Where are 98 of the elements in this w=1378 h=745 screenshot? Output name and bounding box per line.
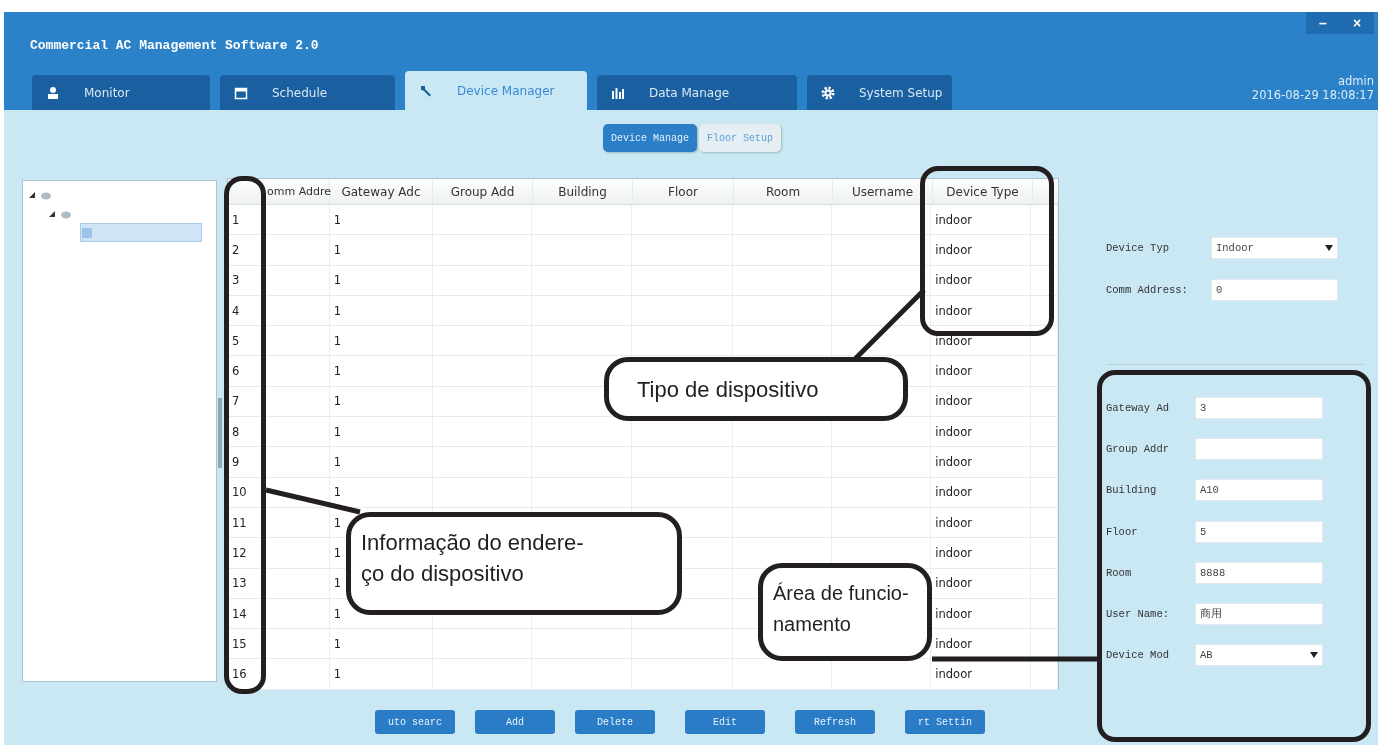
- table-cell: 1: [228, 205, 330, 235]
- tree-item[interactable]: [80, 223, 202, 242]
- table-cell: 3: [228, 265, 330, 295]
- table-cell: 1: [329, 659, 433, 689]
- table-cell: 9: [228, 447, 330, 477]
- table-cell: 1: [329, 265, 433, 295]
- tab[interactable]: Monitor: [32, 75, 210, 110]
- action-button[interactable]: Delete: [575, 710, 655, 734]
- table-cell: indoor: [931, 477, 1032, 507]
- input-field[interactable]: 商用: [1195, 602, 1323, 625]
- dropdown[interactable]: AB: [1195, 644, 1323, 667]
- close-button[interactable]: ×: [1340, 12, 1374, 34]
- input-field[interactable]: 3: [1195, 397, 1323, 419]
- table-cell: 2: [228, 235, 330, 265]
- table-cell: 1: [329, 205, 433, 235]
- table-cell: 1: [329, 356, 433, 386]
- field-label: User Name:: [1106, 607, 1170, 620]
- window-title: Commercial AC Management Software 2.0: [30, 38, 319, 53]
- column-header[interactable]: Username: [833, 179, 933, 204]
- table-cell: 14: [228, 598, 330, 629]
- action-button[interactable]: Edit: [685, 710, 765, 734]
- table-cell: 8: [228, 417, 330, 447]
- table-cell: 16: [228, 659, 330, 689]
- table-cell: 1: [329, 326, 433, 356]
- action-button[interactable]: Refresh: [795, 710, 875, 734]
- person-icon: [46, 85, 60, 100]
- field-label: Building: [1106, 484, 1158, 497]
- input-field[interactable]: 8888: [1195, 561, 1323, 584]
- table-cell: 1: [329, 477, 433, 507]
- callout-label: Informação do endere- ço do dispositivo: [346, 512, 682, 615]
- table-cell: indoor: [931, 265, 1032, 295]
- table-cell: 10: [228, 477, 330, 507]
- tab[interactable]: Data Manage: [597, 75, 797, 110]
- column-header[interactable]: Floor: [633, 179, 734, 204]
- tab[interactable]: Schedule: [220, 75, 395, 110]
- expand-arrow-icon[interactable]: [49, 210, 55, 217]
- action-button[interactable]: uto searc: [375, 710, 455, 734]
- input-field[interactable]: A10: [1195, 479, 1323, 502]
- column-header[interactable]: Building: [533, 179, 633, 204]
- field-label: Room: [1106, 566, 1133, 579]
- table-cell: 1: [329, 235, 433, 265]
- table-cell: 1: [329, 295, 433, 326]
- wrench-icon: [419, 83, 433, 98]
- column-header[interactable]: Device Type: [933, 179, 1033, 204]
- table-cell: indoor: [931, 386, 1032, 417]
- table-cell: 1: [329, 386, 433, 417]
- field-label: Gateway Ad: [1106, 402, 1170, 414]
- callout-label: Tipo de dispositivo: [604, 357, 908, 421]
- table-cell: 6: [228, 356, 330, 386]
- table-cell: indoor: [931, 356, 1032, 386]
- table-cell: indoor: [931, 235, 1032, 265]
- field-label: Device Mod: [1106, 649, 1170, 662]
- gear-icon: [821, 85, 835, 100]
- column-header[interactable]: omm Addre: [228, 179, 330, 204]
- input-field[interactable]: 0: [1211, 279, 1338, 301]
- sub-tab[interactable]: Device Manage: [603, 124, 697, 152]
- table-cell: indoor: [931, 417, 1032, 447]
- table-cell: 4: [228, 295, 330, 326]
- table-cell: 15: [228, 629, 330, 659]
- table-cell: 11: [228, 507, 330, 538]
- field-label: Group Addr: [1106, 443, 1170, 456]
- table-cell: indoor: [931, 205, 1032, 235]
- table-cell: indoor: [931, 326, 1032, 356]
- column-header[interactable]: Group Add: [433, 179, 533, 204]
- splitter-handle[interactable]: [218, 398, 222, 468]
- input-field[interactable]: 5: [1195, 520, 1323, 543]
- table-cell: 1: [329, 629, 433, 659]
- caret-icon: [1325, 245, 1333, 251]
- column-header[interactable]: Room: [734, 179, 833, 204]
- action-button[interactable]: rt Settin: [905, 710, 985, 734]
- dropdown[interactable]: Indoor: [1211, 237, 1338, 259]
- minimize-button[interactable]: –: [1306, 12, 1340, 34]
- table-cell: 7: [228, 386, 330, 417]
- expand-arrow-icon[interactable]: [29, 191, 35, 198]
- tab[interactable]: System Setup: [807, 75, 952, 110]
- tree-node-icon: [81, 227, 93, 239]
- datetime: 2016-08-29 18:08:17: [1251, 88, 1374, 102]
- table-cell: 13: [228, 568, 330, 598]
- column-header[interactable]: Gateway Adc: [330, 179, 433, 204]
- calendar-icon: [234, 85, 248, 100]
- caret-icon: [1310, 652, 1318, 659]
- callout-label: Área de funcio- namento: [758, 563, 932, 661]
- field-label: Floor: [1106, 525, 1139, 538]
- bar-chart-icon: [611, 85, 625, 100]
- table-cell: 5: [228, 326, 330, 356]
- table-cell: indoor: [931, 538, 1032, 568]
- action-button[interactable]: Add: [475, 710, 555, 734]
- table-cell: indoor: [931, 507, 1032, 538]
- field-label: Comm Address:: [1106, 284, 1189, 296]
- table-cell: 12: [228, 538, 330, 568]
- table-cell: indoor: [931, 447, 1032, 477]
- field-label: Device Typ: [1106, 242, 1170, 254]
- table-cell: indoor: [931, 659, 1032, 689]
- table-cell: indoor: [931, 295, 1032, 326]
- table-cell: 1: [329, 417, 433, 447]
- input-field[interactable]: [1195, 438, 1323, 461]
- table-cell: 1: [329, 447, 433, 477]
- username: admin: [1336, 74, 1374, 88]
